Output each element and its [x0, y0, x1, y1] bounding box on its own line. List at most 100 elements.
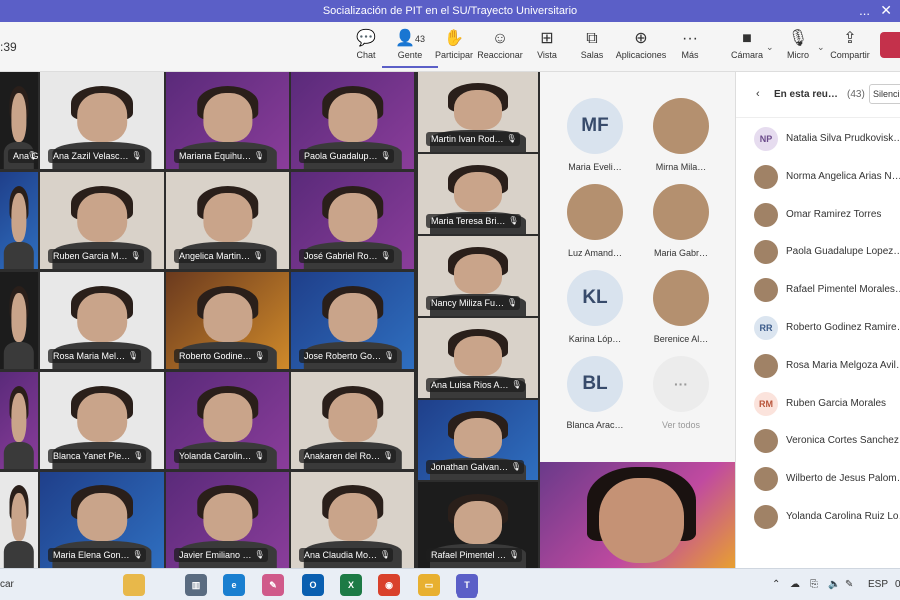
video-tile[interactable]: Anakaren del Ro… 🎙 — [291, 372, 414, 469]
video-tile[interactable]: Javier Emiliano … 🎙 — [166, 472, 289, 568]
back-chevron-icon[interactable]: ‹ — [756, 88, 760, 100]
files-icon[interactable] — [123, 574, 145, 596]
avatar-name: Ver todos — [661, 420, 701, 430]
edge-icon[interactable]: e — [223, 574, 245, 596]
breakout-rooms-button[interactable]: ⧉ Salas — [564, 28, 620, 68]
mic-muted-icon: 🎙 — [254, 550, 265, 559]
excel-icon[interactable]: X — [340, 574, 362, 596]
participant-name-label: Ruben Garcia M… 🎙 — [48, 249, 144, 263]
onedrive-icon[interactable]: ☁ — [790, 579, 800, 590]
video-tile[interactable]: Rosa Maria Mel… 🎙 — [40, 272, 164, 369]
video-tile[interactable]: Blanca Yanet Pie… 🎙 — [40, 372, 164, 469]
video-tile[interactable]: José Gabriel Ro… 🎙 — [291, 172, 414, 269]
leave-call-button[interactable] — [880, 32, 900, 58]
video-tile[interactable]: Roberto Godine… 🎙 — [166, 272, 289, 369]
see-all-button[interactable]: ··· Ver todos — [638, 356, 724, 430]
participant-row[interactable]: Veronica Cortes Sanchez… — [754, 426, 900, 456]
video-tile[interactable]: Jonathan Galvan… 🎙 — [418, 400, 538, 480]
video-tile[interactable]: Paola Guadalup… 🎙 — [291, 72, 414, 169]
participant-avatar-tile[interactable]: KL Karina Lóp… — [552, 270, 638, 344]
avatar-name: Maria Gabr… — [653, 248, 708, 258]
file-explorer-icon[interactable]: ▭ — [418, 574, 440, 596]
video-tile[interactable]: Nancy Miliza Fu… 🎙 — [418, 236, 538, 316]
participant-avatar-tile[interactable]: Luz Amand… — [552, 184, 638, 258]
video-tile[interactable]: Ana Claudia Mo… 🎙 — [291, 472, 414, 568]
participant-avatar-tile[interactable]: Mirna Mila… — [638, 98, 724, 172]
more-button[interactable]: ··· Más — [662, 28, 718, 68]
volume-icon[interactable]: 🔈 — [828, 579, 840, 590]
participant-name: Roberto Godinez Ramire… — [786, 322, 900, 333]
video-tile[interactable]: Ana Zazil Velasc… 🎙 — [40, 72, 164, 169]
mic-muted-icon: 🎙 — [382, 451, 394, 460]
taskbar-search-text[interactable]: car — [0, 579, 14, 590]
participant-name-label: Ana Luisa Rios A… 🎙 — [426, 378, 525, 392]
more-options-icon[interactable]: ... — [859, 3, 870, 18]
avatar: RM — [754, 391, 778, 416]
usb-icon[interactable]: ⎘ — [810, 579, 818, 590]
participant-row[interactable]: Paola Guadalupe Lopez… — [754, 237, 900, 267]
participant-row[interactable]: Wilberto de Jesus Palom… — [754, 464, 900, 494]
share-button[interactable]: ⇪ Compartir — [822, 28, 878, 68]
video-tile[interactable] — [0, 372, 38, 469]
mic-muted-icon: 🎙 — [254, 351, 265, 360]
chrome-icon[interactable]: ◉ — [378, 574, 400, 596]
teams-icon[interactable]: T — [456, 574, 478, 596]
mute-all-button[interactable]: Silenci… — [869, 84, 900, 104]
mic-muted-icon: 🎙 — [506, 298, 518, 307]
participant-name-label: Ana Claudia Mo… 🎙 — [299, 548, 394, 562]
close-icon[interactable]: ✕ — [880, 2, 892, 19]
avatar — [754, 429, 778, 454]
video-tile[interactable]: Maria Teresa Bri… 🎙 — [418, 154, 538, 234]
participant-name-label: José Gabriel Ro… 🎙 — [299, 249, 394, 263]
video-tile[interactable]: Martin Ivan Rod… 🎙 — [418, 72, 538, 152]
video-tile[interactable]: Ruben Garcia M… 🎙 — [40, 172, 164, 269]
participant-row[interactable]: Rosa Maria Melgoza Avil… — [754, 351, 900, 381]
video-tile[interactable]: Rafael Pimentel … 🎙 — [418, 482, 538, 568]
video-tile[interactable]: Yolanda Carolin… 🎙 — [166, 372, 289, 469]
language-indicator[interactable]: ESP — [868, 579, 888, 590]
participant-row[interactable]: Norma Angelica Arias N… — [754, 162, 900, 192]
video-tile[interactable]: Maria Elena Gon… 🎙 — [40, 472, 164, 568]
task-view-icon[interactable]: ▥ — [185, 574, 207, 596]
participant-avatar-tile[interactable]: MF Maria Eveli… — [552, 98, 638, 172]
video-tile[interactable]: Ana G…🎙 — [0, 72, 38, 169]
show-hidden-icons-icon[interactable]: ⌃ — [772, 579, 780, 590]
video-tile[interactable]: Ana Luisa Rios A… 🎙 — [418, 318, 538, 398]
avatar: NP — [754, 127, 778, 151]
meeting-title: Socialización de PIT en el SU/Trayecto U… — [322, 5, 578, 17]
paint-icon[interactable]: ✎ — [262, 574, 284, 596]
video-tile[interactable] — [0, 472, 38, 568]
video-tile[interactable]: Mariana Equihu… 🎙 — [166, 72, 289, 169]
participant-row[interactable]: Omar Ramirez Torres — [754, 200, 900, 230]
outlook-icon[interactable]: O — [302, 574, 324, 596]
mic-muted-icon: 🎙 — [132, 550, 143, 559]
self-video-tile[interactable] — [540, 462, 735, 568]
video-tile[interactable] — [0, 172, 38, 269]
avatar — [653, 270, 709, 326]
participants-panel-header: ‹ En esta reu… (43) Silenci… — [736, 72, 900, 118]
participant-row[interactable]: RM Ruben Garcia Morales — [754, 389, 900, 419]
mic-muted-icon: 🎙 — [130, 251, 141, 260]
participant-row[interactable]: Rafael Pimentel Morales… — [754, 275, 900, 305]
participant-name-label: Nancy Miliza Fu… 🎙 — [426, 296, 521, 310]
avatar: RR — [754, 316, 778, 340]
participant-row[interactable]: RR Roberto Godinez Ramire… — [754, 313, 900, 343]
mic-muted-icon: 🎙 — [254, 451, 265, 460]
pen-icon[interactable]: ✎ — [845, 579, 853, 590]
video-tile[interactable]: Jose Roberto Go… 🎙 — [291, 272, 414, 369]
video-tile[interactable]: Angelica Martin… 🎙 — [166, 172, 289, 269]
participant-name-label: Mariana Equihu… 🎙 — [174, 149, 268, 163]
clock[interactable]: 0 — [895, 579, 900, 590]
video-tile[interactable] — [0, 272, 38, 369]
participant-avatar-tile[interactable]: Berenice Al… — [638, 270, 724, 344]
participant-name-label: Maria Elena Gon… 🎙 — [48, 548, 146, 562]
participant-avatar-tile[interactable]: BL Blanca Arac… — [552, 356, 638, 430]
apps-button[interactable]: ⊕ Aplicaciones — [613, 28, 669, 68]
participant-avatar-tile[interactable]: Maria Gabr… — [638, 184, 724, 258]
meeting-toolbar: :39 💬 Chat 👤43 Gente ✋ Participar ☺ Reac… — [0, 22, 900, 72]
participant-name-label: Jose Roberto Go… 🎙 — [299, 349, 398, 363]
participant-row[interactable]: Yolanda Carolina Ruiz Lo… — [754, 502, 900, 532]
mic-muted-icon: 🎙 — [508, 216, 519, 225]
participant-row[interactable]: NP Natalia Silva Prudkovisk… — [754, 124, 900, 154]
mic-muted-icon: 🎙 — [127, 351, 139, 360]
